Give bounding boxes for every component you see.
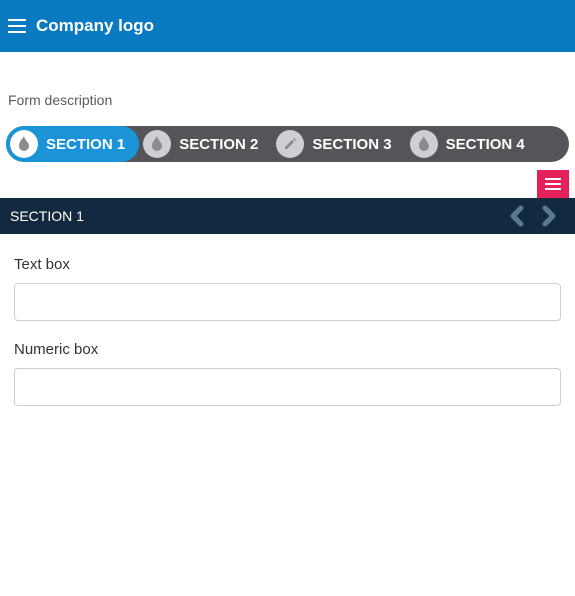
company-logo-text: Company logo [36,16,154,36]
tab-label: SECTION 4 [446,136,525,153]
tab-label: SECTION 2 [179,136,258,153]
section-tabs-container: SECTION 1 SECTION 2 SECTION 3 SECTION 4 [0,126,575,162]
tab-section-3[interactable]: SECTION 3 [272,126,405,162]
tab-label: SECTION 3 [312,136,391,153]
numericbox-field: Numeric box [14,341,561,406]
action-row [0,162,575,198]
top-bar: Company logo [0,0,575,52]
tab-section-1[interactable]: SECTION 1 [6,126,139,162]
menu-action-button[interactable] [537,170,569,198]
flame-icon [143,130,171,158]
prev-section-button[interactable] [501,205,533,227]
tab-label: SECTION 1 [46,136,125,153]
form-body: Text box Numeric box [0,234,575,448]
flame-icon [10,130,38,158]
pencil-icon [276,130,304,158]
flame-icon [410,130,438,158]
tab-section-4[interactable]: SECTION 4 [406,126,539,162]
numericbox-label: Numeric box [14,341,561,358]
next-section-button[interactable] [533,205,565,227]
form-description: Form description [0,52,575,126]
hamburger-icon[interactable] [8,19,26,33]
numericbox-input[interactable] [14,368,561,406]
section-title: SECTION 1 [10,208,501,224]
section-header: SECTION 1 [0,198,575,234]
section-tabs: SECTION 1 SECTION 2 SECTION 3 SECTION 4 [6,126,569,162]
tab-section-2[interactable]: SECTION 2 [139,126,272,162]
textbox-field: Text box [14,256,561,321]
hamburger-icon [545,178,561,190]
textbox-input[interactable] [14,283,561,321]
textbox-label: Text box [14,256,561,273]
